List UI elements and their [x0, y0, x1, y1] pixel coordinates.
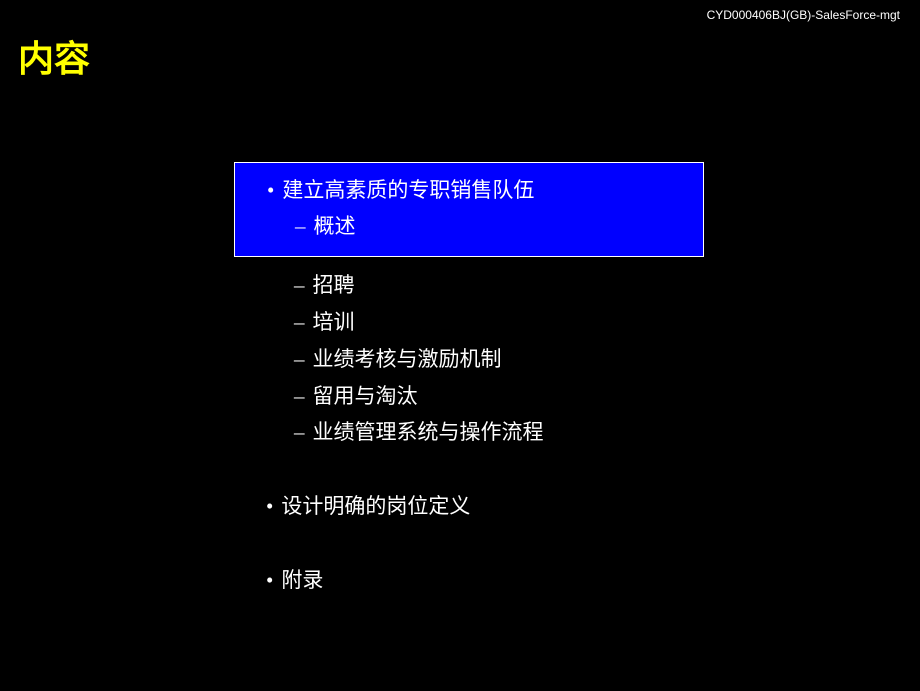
section-1-sub-highlighted-text: 概述 [314, 209, 356, 245]
section-1-subitems: 招聘 培训 业绩考核与激励机制 留用与淘汰 业绩管理系统与操作流程 [234, 263, 704, 451]
list-item-text: 业绩考核与激励机制 [313, 341, 502, 378]
list-item: 业绩管理系统与操作流程 [254, 414, 684, 451]
bullet-icon [266, 563, 273, 599]
bullet-icon [266, 489, 273, 525]
section-2-main: 设计明确的岗位定义 [254, 489, 704, 525]
list-item: 业绩考核与激励机制 [254, 341, 684, 378]
section-2: 设计明确的岗位定义 [234, 489, 704, 525]
bullet-icon [267, 173, 274, 209]
dash-icon [294, 414, 305, 451]
list-item-text: 留用与淘汰 [313, 378, 418, 415]
section-1-main: 建立高素质的专职销售队伍 [255, 173, 683, 209]
section-3-main: 附录 [254, 563, 704, 599]
content-outline: 建立高素质的专职销售队伍 概述 招聘 培训 业绩考核与激励机制 留用与淘汰 业绩… [234, 162, 704, 599]
dash-icon [294, 341, 305, 378]
list-item: 留用与淘汰 [254, 378, 684, 415]
list-item: 培训 [254, 304, 684, 341]
list-item-text: 招聘 [313, 267, 355, 304]
section-3-main-text: 附录 [281, 563, 323, 599]
list-item-text: 培训 [313, 304, 355, 341]
section-3: 附录 [234, 563, 704, 599]
slide-title: 内容 [18, 30, 90, 82]
section-1-main-text: 建立高素质的专职销售队伍 [282, 173, 534, 209]
list-item: 招聘 [254, 267, 684, 304]
section-2-main-text: 设计明确的岗位定义 [281, 489, 470, 525]
highlighted-section: 建立高素质的专职销售队伍 概述 [234, 162, 704, 257]
list-item-text: 业绩管理系统与操作流程 [313, 414, 544, 451]
dash-icon [295, 209, 306, 245]
section-1-sub-highlighted: 概述 [255, 209, 683, 245]
document-code: CYD000406BJ(GB)-SalesForce-mgt [707, 8, 900, 22]
dash-icon [294, 378, 305, 415]
dash-icon [294, 267, 305, 304]
dash-icon [294, 304, 305, 341]
